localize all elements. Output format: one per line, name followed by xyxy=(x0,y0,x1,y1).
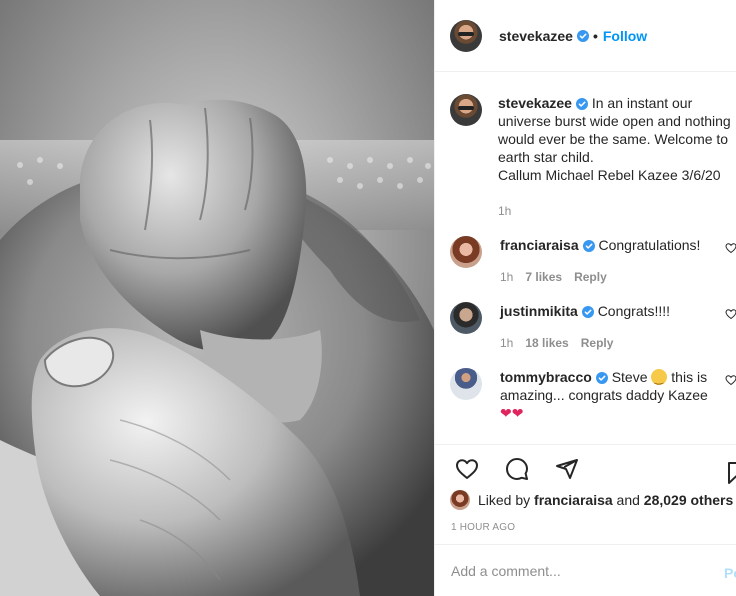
comment-body: tommybracco Steve this is amazing... con… xyxy=(500,368,736,422)
likes-count-link[interactable]: 28,029 others xyxy=(644,492,734,508)
comment-item: justinmikita Congrats!!!! 1h 18 likes Re… xyxy=(450,302,736,352)
username-link[interactable]: justinmikita xyxy=(500,303,578,319)
username-link[interactable]: stevekazee xyxy=(499,28,573,44)
verified-badge-icon xyxy=(581,306,594,318)
share-icon xyxy=(556,458,578,479)
comment-item: franciaraisa Congratulations! 1h 7 likes… xyxy=(450,236,736,286)
like-button[interactable] xyxy=(447,449,487,489)
small-heart-icon[interactable] xyxy=(725,374,736,386)
verified-badge-icon xyxy=(595,372,608,384)
save-button[interactable] xyxy=(717,453,736,493)
share-button[interactable] xyxy=(547,449,587,489)
add-comment-bar: Post xyxy=(435,544,736,596)
username-link[interactable]: tommybracco xyxy=(500,369,592,385)
caption-body: stevekazee In an instant our universe bu… xyxy=(498,94,736,220)
post-image xyxy=(0,0,434,596)
liked-by-user[interactable]: franciaraisa xyxy=(534,492,613,508)
comment-body: franciaraisa Congratulations! 1h 7 likes… xyxy=(500,236,736,286)
comment-meta: 1h 18 likes Reply xyxy=(500,334,736,352)
verified-badge-icon xyxy=(575,98,588,110)
small-heart-icon[interactable] xyxy=(725,308,736,320)
avatar[interactable] xyxy=(450,94,482,126)
comment-icon xyxy=(506,457,528,480)
liked-by-row: Liked by franciaraisa and 28,029 others xyxy=(450,490,733,510)
caption-text-block: stevekazee In an instant our universe bu… xyxy=(498,94,736,184)
post-comment-button[interactable]: Post xyxy=(724,565,736,581)
liked-by-prefix: Liked by xyxy=(478,492,531,508)
comment-likes[interactable]: 18 likes xyxy=(525,334,568,352)
separator-dot: • xyxy=(592,27,598,44)
avatar[interactable] xyxy=(450,19,482,52)
action-bar xyxy=(435,444,736,492)
verified-badge-icon xyxy=(582,240,595,252)
comment-item: tommybracco Steve this is amazing... con… xyxy=(450,368,736,422)
small-heart-icon[interactable] xyxy=(725,242,736,254)
username-link[interactable]: stevekazee xyxy=(498,95,572,111)
heart-icon xyxy=(456,458,478,479)
caption-signature: Callum Michael Rebel Kazee 3/6/20 xyxy=(498,167,721,183)
reply-button[interactable]: Reply xyxy=(574,268,607,286)
comment-meta: 1h 7 likes Reply xyxy=(500,268,736,286)
comments-list[interactable]: stevekazee In an instant our universe bu… xyxy=(435,72,736,444)
comment-time[interactable]: 1h xyxy=(500,334,513,352)
comment-text-block: justinmikita Congrats!!!! xyxy=(500,302,736,320)
avatar[interactable] xyxy=(450,368,482,400)
reply-button[interactable]: Reply xyxy=(581,334,614,352)
two-hearts-icon: ❤❤ xyxy=(500,405,524,421)
username-link[interactable]: franciaraisa xyxy=(500,237,579,253)
comment-time[interactable]: 1h xyxy=(500,268,513,286)
verified-badge-icon xyxy=(576,29,589,42)
comment-button[interactable] xyxy=(497,449,537,489)
caption-time[interactable]: 1h xyxy=(498,202,511,220)
avatar[interactable] xyxy=(450,302,482,334)
liked-by-text: Liked by franciaraisa and 28,029 others xyxy=(478,492,733,508)
comment-text-block: franciaraisa Congratulations! xyxy=(500,236,736,254)
comment-text-block: tommybracco Steve this is amazing... con… xyxy=(500,368,736,422)
comment-text: Congratulations! xyxy=(598,237,701,253)
follow-button[interactable]: Follow xyxy=(603,28,647,44)
header-user-row: stevekazee • Follow xyxy=(499,28,647,44)
comment-text-before: Steve xyxy=(611,369,648,385)
avatar[interactable] xyxy=(450,236,482,268)
post-photo[interactable] xyxy=(0,0,434,596)
avatar[interactable] xyxy=(450,490,470,510)
caption-item: stevekazee In an instant our universe bu… xyxy=(450,94,736,220)
smiling-emoji-icon xyxy=(651,369,668,388)
comment-likes[interactable]: 7 likes xyxy=(525,268,562,286)
comment-input[interactable] xyxy=(451,562,701,579)
post-side-panel: stevekazee • Follow stevekazee In an ins… xyxy=(434,0,736,596)
post-header: stevekazee • Follow xyxy=(435,0,736,72)
liked-by-and: and xyxy=(616,492,640,508)
comment-text: Congrats!!!! xyxy=(597,303,671,319)
comment-body: justinmikita Congrats!!!! 1h 18 likes Re… xyxy=(500,302,736,352)
caption-meta: 1h xyxy=(498,202,736,220)
post-timestamp[interactable]: 1 HOUR AGO xyxy=(451,522,515,533)
bookmark-icon xyxy=(728,462,736,484)
